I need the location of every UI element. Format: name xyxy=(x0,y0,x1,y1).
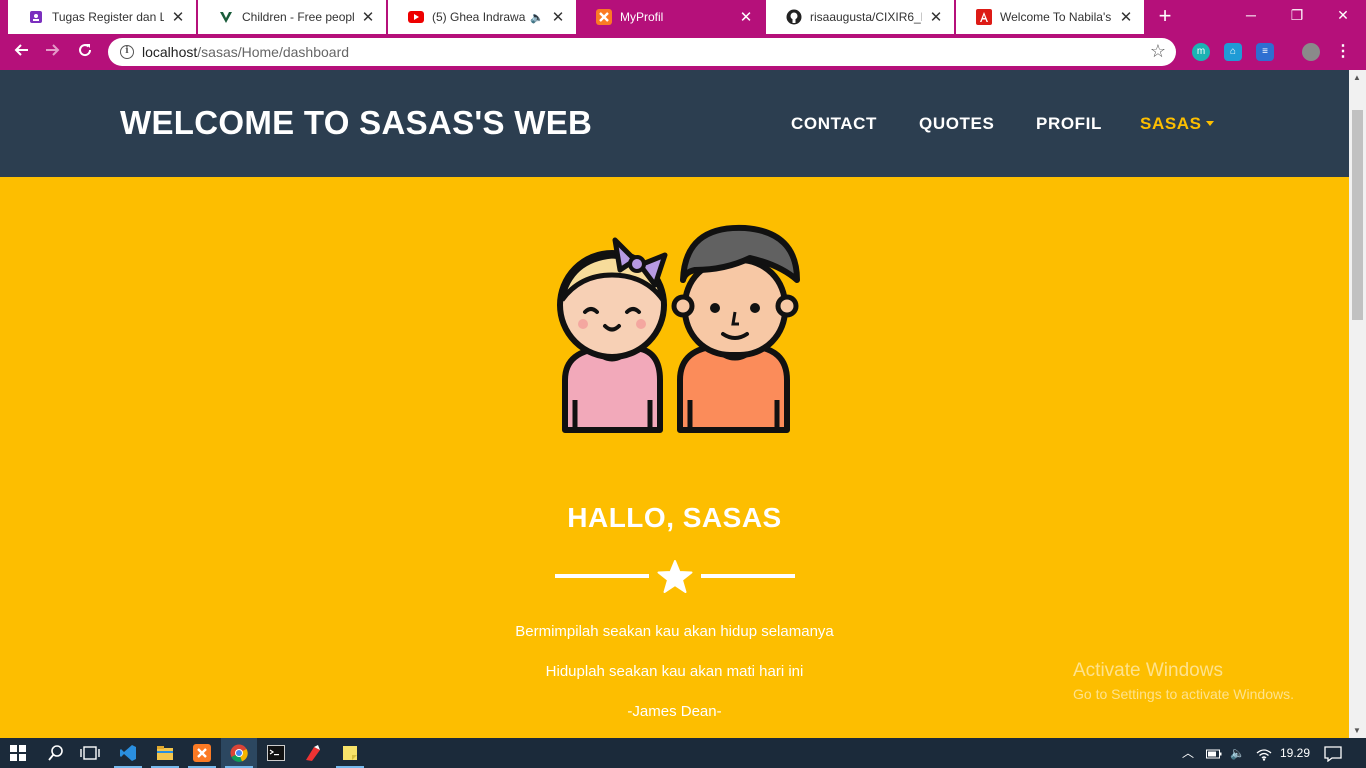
quote-line: Bermimpilah seakan kau akan hidup selama… xyxy=(515,623,834,640)
activate-windows-title: Activate Windows xyxy=(1073,660,1223,681)
notification-icon[interactable] xyxy=(1324,738,1342,768)
wifi-icon[interactable] xyxy=(1256,738,1272,768)
page-scrollbar[interactable]: ▲ ▼ xyxy=(1349,70,1366,738)
nav-quotes[interactable]: QUOTES xyxy=(919,114,994,134)
scroll-up-icon[interactable]: ▲ xyxy=(1353,73,1361,82)
volume-icon[interactable]: 🔈 xyxy=(1230,738,1245,768)
extension-reader-icon[interactable]: ≡ xyxy=(1256,43,1274,61)
chrome-icon[interactable] xyxy=(221,738,257,768)
site-brand[interactable]: WELCOME TO SASAS'S WEB xyxy=(120,104,592,142)
activate-windows-subtitle: Go to Settings to activate Windows. xyxy=(1073,686,1294,702)
nav-profil[interactable]: PROFIL xyxy=(1036,114,1102,134)
minimize-icon[interactable]: ─ xyxy=(1228,0,1274,32)
task-view-icon[interactable] xyxy=(72,738,108,768)
vector-icon xyxy=(218,9,234,25)
scroll-down-icon[interactable]: ▼ xyxy=(1353,726,1361,735)
tab-strip: Tugas Register dan Log ✕ Children - Free… xyxy=(0,0,1366,34)
divider-line xyxy=(555,574,649,578)
close-window-icon[interactable]: ✕ xyxy=(1320,0,1366,32)
tab-title: Children - Free people xyxy=(242,10,354,24)
close-tab-icon[interactable]: ✕ xyxy=(738,8,754,26)
speaker-icon[interactable]: 🔈 xyxy=(530,11,544,24)
clock[interactable]: 19.29 xyxy=(1280,738,1310,768)
battery-icon[interactable] xyxy=(1206,738,1222,768)
cmd-icon[interactable] xyxy=(258,738,294,768)
site-navbar: WELCOME TO SASAS'S WEB CONTACT QUOTES PR… xyxy=(0,70,1349,177)
xampp-icon xyxy=(596,9,612,25)
file-explorer-icon[interactable] xyxy=(147,738,183,768)
close-tab-icon[interactable]: ✕ xyxy=(360,8,376,26)
children-illustration xyxy=(557,224,800,433)
restore-icon[interactable]: ❐ xyxy=(1274,0,1320,32)
new-tab-button[interactable]: + xyxy=(1152,4,1178,30)
address-bar[interactable]: i localhost/sasas/Home/dashboard ☆ xyxy=(108,38,1176,66)
url-path: /sasas/Home/dashboard xyxy=(197,44,350,60)
xampp-taskbar-icon[interactable] xyxy=(184,738,220,768)
info-icon[interactable]: i xyxy=(120,45,134,59)
star-icon xyxy=(657,560,693,593)
tab-title: (5) Ghea Indrawari xyxy=(432,10,527,24)
extension-home-icon[interactable]: ⌂ xyxy=(1224,43,1242,61)
tab-title: risaaugusta/CIXIR6_Risa xyxy=(810,10,922,24)
git-tool-icon[interactable] xyxy=(295,738,331,768)
tab-title: MyProfil xyxy=(620,10,664,24)
close-tab-icon[interactable]: ✕ xyxy=(928,8,944,26)
vscode-icon[interactable] xyxy=(110,738,146,768)
star-divider xyxy=(555,560,795,594)
hero-title: HALLO, SASAS xyxy=(567,502,782,533)
extension-m-icon[interactable]: m xyxy=(1192,43,1210,61)
angular-icon xyxy=(976,9,992,25)
nav-contact[interactable]: CONTACT xyxy=(791,114,877,134)
browser-tab[interactable]: risaaugusta/CIXIR6_Risa ✕ xyxy=(766,0,954,34)
scroll-thumb[interactable] xyxy=(1352,110,1363,320)
menu-kebab-icon[interactable]: ⋮ xyxy=(1334,43,1352,61)
github-icon xyxy=(786,9,802,25)
windows-start-icon[interactable] xyxy=(0,738,36,768)
browser-tab[interactable]: (5) Ghea Indrawari 🔈 ✕ xyxy=(388,0,576,34)
quote-author: -James Dean- xyxy=(627,703,722,720)
forward-icon[interactable] xyxy=(40,39,66,65)
user-menu-label: SASAS xyxy=(1140,114,1202,133)
sticky-notes-icon[interactable] xyxy=(332,738,368,768)
divider-line xyxy=(701,574,795,578)
search-icon[interactable] xyxy=(38,738,74,768)
classroom-icon xyxy=(28,9,44,25)
reload-icon[interactable] xyxy=(72,39,98,65)
browser-tab-active[interactable]: MyProfil ✕ xyxy=(576,0,764,34)
back-icon[interactable] xyxy=(8,39,34,65)
browser-toolbar: i localhost/sasas/Home/dashboard ☆ m ⌂ ≡… xyxy=(0,34,1366,70)
browser-tab[interactable]: Children - Free people ✕ xyxy=(198,0,386,34)
close-tab-icon[interactable]: ✕ xyxy=(550,8,566,26)
caret-down-icon xyxy=(1205,120,1214,126)
tray-chevron-icon[interactable]: ︿ xyxy=(1182,738,1194,768)
youtube-icon xyxy=(408,9,424,25)
url-host: localhost xyxy=(142,44,198,60)
windows-taskbar: ︿ 🔈 19.29 xyxy=(0,738,1366,768)
browser-tab[interactable]: Welcome To Nabila's W ✕ xyxy=(956,0,1144,34)
page-viewport: WELCOME TO SASAS'S WEB CONTACT QUOTES PR… xyxy=(0,70,1349,738)
user-menu-dropdown[interactable]: SASAS xyxy=(1140,114,1214,134)
close-tab-icon[interactable]: ✕ xyxy=(170,8,186,26)
tab-title: Tugas Register dan Log xyxy=(52,10,164,24)
close-tab-icon[interactable]: ✕ xyxy=(1118,8,1134,26)
profile-avatar-icon[interactable] xyxy=(1302,43,1320,61)
bookmark-star-icon[interactable]: ☆ xyxy=(1150,41,1166,62)
tab-title: Welcome To Nabila's W xyxy=(1000,10,1112,24)
browser-tab[interactable]: Tugas Register dan Log ✕ xyxy=(8,0,196,34)
